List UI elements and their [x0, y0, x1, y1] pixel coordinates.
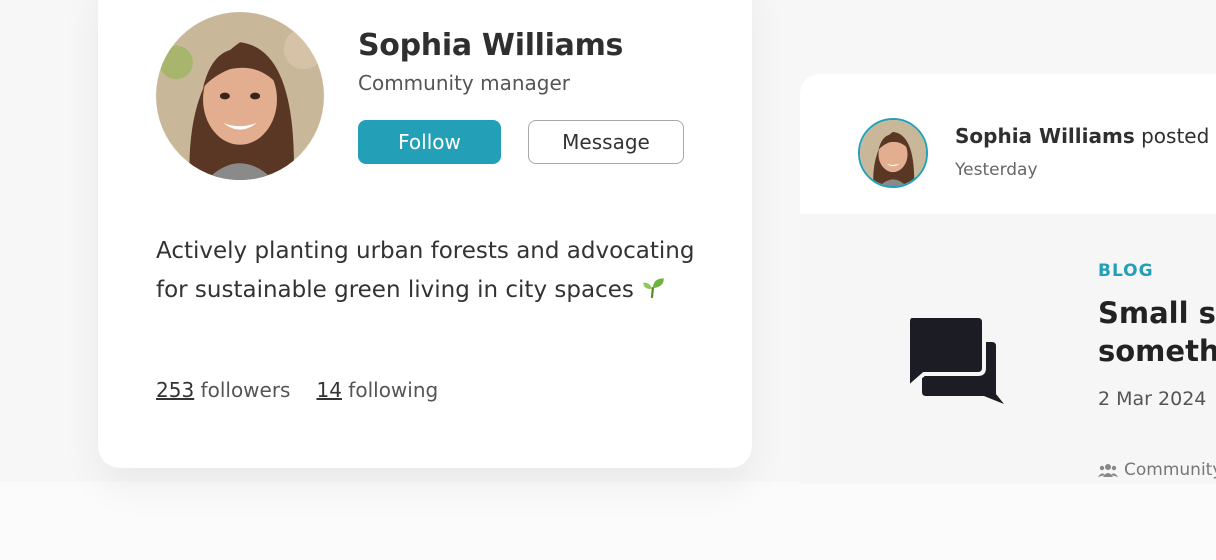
post-author-line: Sophia Williams posted [955, 124, 1209, 148]
post-action: posted [1141, 124, 1210, 148]
profile-card: Sophia Williams Community manager Follow… [98, 0, 752, 468]
followers-stat[interactable]: 253 followers [156, 378, 290, 402]
following-count[interactable]: 14 [316, 378, 341, 402]
post-author-name[interactable]: Sophia Williams [955, 124, 1135, 148]
post-community-label: Community [1124, 460, 1216, 480]
follow-button[interactable]: Follow [358, 120, 501, 164]
profile-stats: 253 followers 14 following [156, 378, 438, 402]
page-bottom-band [0, 482, 1216, 560]
profile-name: Sophia Williams [358, 28, 624, 63]
profile-bio-text: Actively planting urban forests and advo… [156, 238, 695, 303]
following-label: following [348, 378, 439, 402]
sprout-icon [640, 274, 666, 313]
message-button[interactable]: Message [528, 120, 684, 164]
following-stat[interactable]: 14 following [316, 378, 438, 402]
followers-count[interactable]: 253 [156, 378, 194, 402]
chat-bubbles-icon [906, 314, 1004, 404]
post-header: Sophia Williams posted Yesterday [800, 74, 1216, 214]
post-date: 2 Mar 2024 [1098, 388, 1207, 410]
profile-bio: Actively planting urban forests and advo… [156, 232, 696, 313]
post-author-avatar[interactable] [858, 118, 928, 188]
people-icon [1098, 464, 1118, 477]
post-card[interactable]: Sophia Williams posted Yesterday BLOG Sm… [800, 74, 1216, 484]
profile-avatar[interactable] [156, 12, 324, 180]
followers-label: followers [200, 378, 291, 402]
post-tag: BLOG [1098, 261, 1154, 281]
post-time: Yesterday [955, 160, 1038, 180]
post-title[interactable]: Small steps, something [1098, 294, 1216, 370]
post-community[interactable]: Community [1098, 460, 1216, 480]
profile-role: Community manager [358, 71, 571, 95]
post-body: BLOG Small steps, something 2 Mar 2024 C… [800, 214, 1216, 484]
